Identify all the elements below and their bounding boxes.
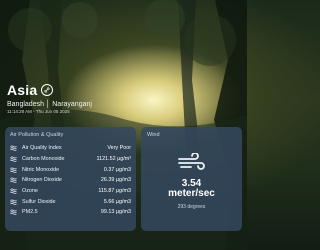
pollutant-value: 115.87 µg/m3 <box>98 188 131 195</box>
pollutant-value: 1121.52 µg/m³ <box>96 156 131 163</box>
air-quality-title: Air Pollution & Quality <box>10 132 64 138</box>
link-icon <box>44 87 50 93</box>
pollutant-label: PM2.5 <box>22 209 38 216</box>
location-text: Bangladesh │ Narayanganj <box>7 101 92 108</box>
table-row: Air Quality Index Very Poor <box>10 143 131 154</box>
smoke-icon <box>10 188 17 194</box>
wind-speed-unit: meter/sec <box>168 188 215 199</box>
pollutant-label: Carbon Monoxide <box>22 156 65 163</box>
table-row: Carbon Monoxide 1121.52 µg/m³ <box>10 154 131 165</box>
smoke-icon <box>10 145 17 152</box>
wind-icon <box>178 153 205 170</box>
pollutant-label: Nitrogen Dioxide <box>22 177 62 184</box>
pollutant-label: Air Quality Index <box>22 145 62 152</box>
pollutant-value: Very Poor <box>107 145 131 152</box>
city-title: Asia <box>7 82 38 98</box>
wind-title: Wind <box>147 132 160 138</box>
table-row: Nitrogen Dioxide 26.39 µg/m3 <box>10 175 131 186</box>
wind-direction: 293 degrees <box>177 204 206 210</box>
pollutant-value: 5.66 µg/m3 <box>103 198 131 205</box>
timestamp: 11:14:28 AM - Thu Jun 05 2025 <box>7 109 70 114</box>
air-quality-card: Air Pollution & Quality Air Quality Inde… <box>5 127 136 231</box>
pollutant-label: Nitric Monoxide <box>22 166 60 173</box>
table-row: Ozone 115.87 µg/m3 <box>10 186 131 197</box>
wind-speed: 3.54 meter/sec <box>141 179 242 199</box>
location-header: Asia Bangladesh │ Narayanganj 11:14:28 A… <box>7 82 92 114</box>
pollutant-value: 26.39 µg/m3 <box>100 177 131 184</box>
pollutant-value: 99.13 µg/m3 <box>100 209 131 216</box>
table-row: Sulfur Dioxide 5.66 µg/m3 <box>10 196 131 207</box>
air-quality-list: Air Quality Index Very Poor Carbon Monoxid… <box>10 143 131 218</box>
table-row: Nitric Monoxide 0.37 µg/m3 <box>10 164 131 175</box>
smoke-icon <box>10 167 17 173</box>
table-row: PM2.5 99.13 µg/m3 <box>10 207 131 218</box>
location-link-button[interactable] <box>41 84 54 96</box>
pollutant-value: 0.37 µg/m3 <box>103 166 131 173</box>
pollutant-label: Sulfur Dioxide <box>22 198 56 205</box>
smoke-icon <box>10 156 17 162</box>
smoke-icon <box>10 178 17 184</box>
smoke-icon <box>10 199 17 205</box>
pollutant-label: Ozone <box>22 188 38 195</box>
wind-card: Wind 3.54 meter/sec 293 degrees <box>141 127 242 231</box>
smoke-icon <box>10 210 17 216</box>
